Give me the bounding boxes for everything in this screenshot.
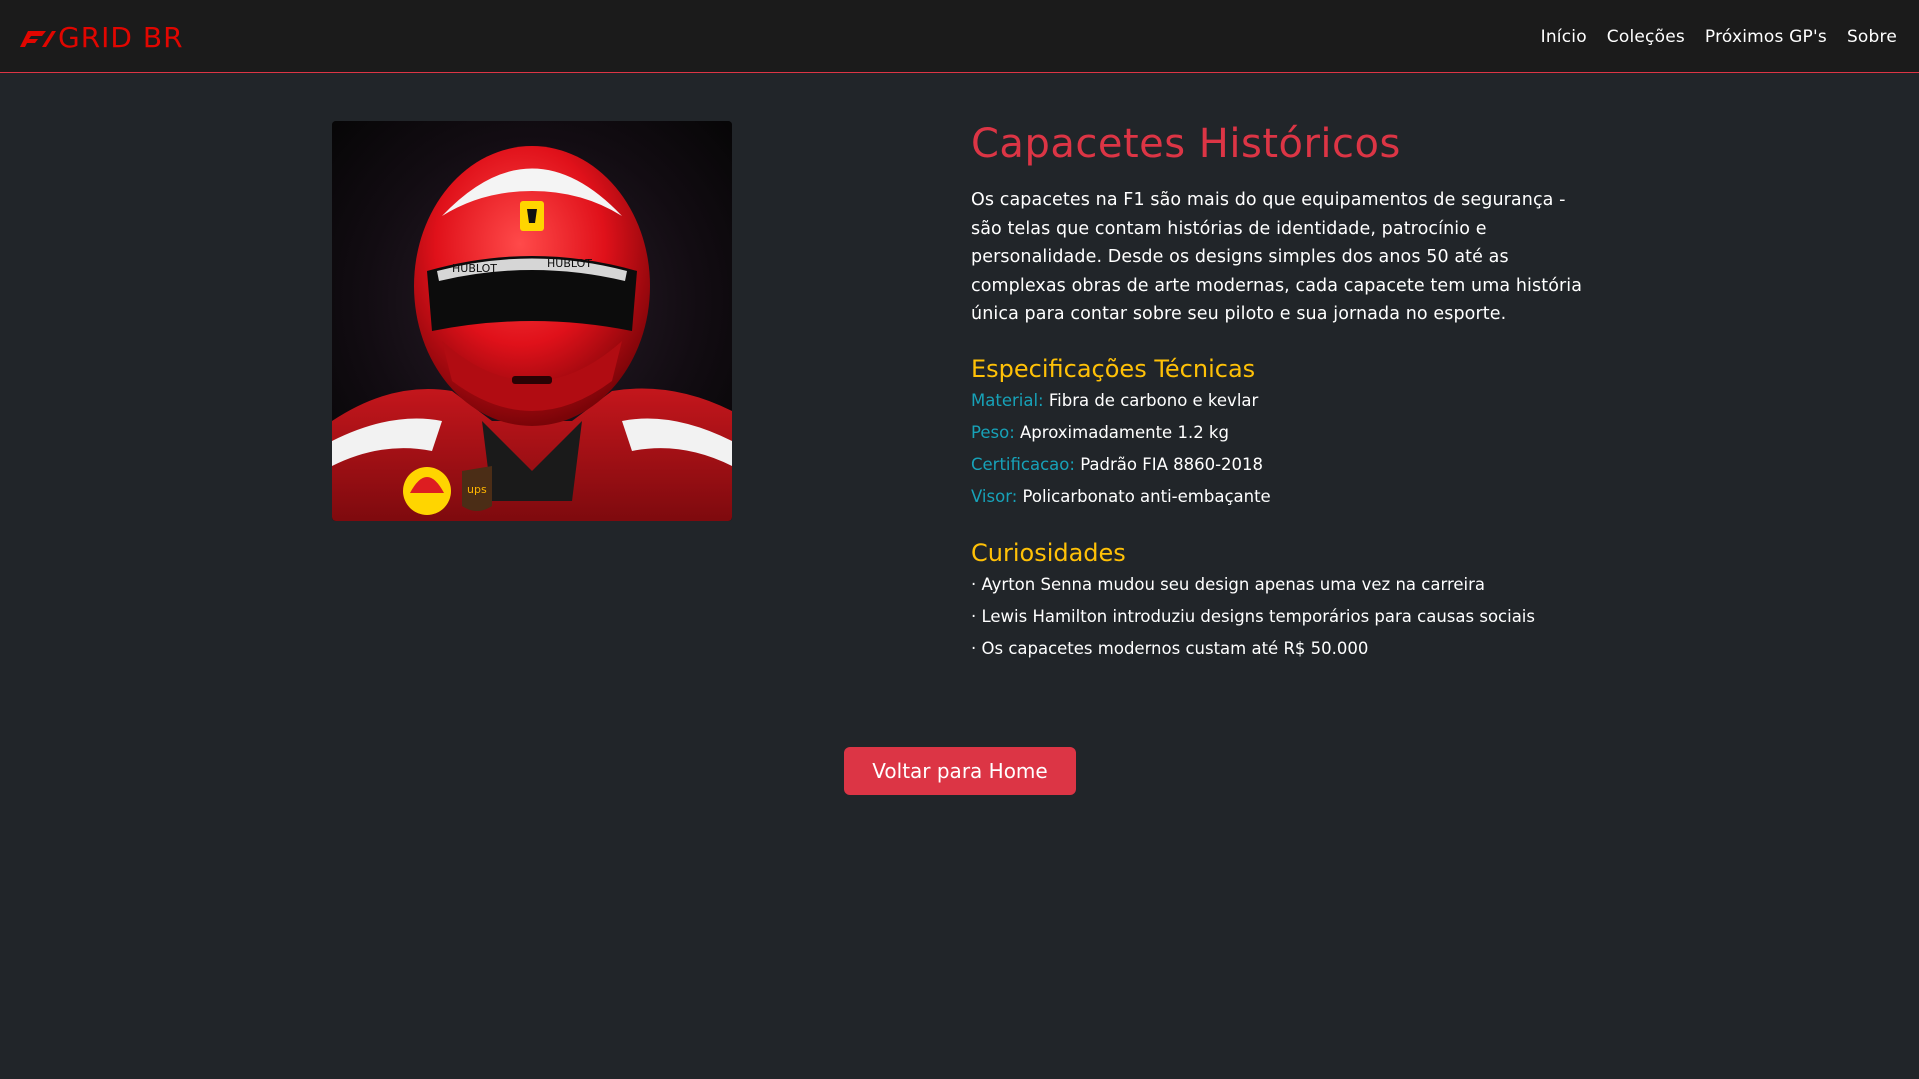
spec-label: Visor: [971, 486, 1018, 506]
nav-item-proximos-gps[interactable]: Próximos GP's [1705, 27, 1827, 47]
brand-name: GRID BR [58, 20, 184, 54]
back-home-button[interactable]: Voltar para Home [844, 747, 1076, 795]
spec-row: Material: Fibra de carbono e kevlar [971, 385, 1591, 417]
curiosity-item: · Lewis Hamilton introduziu designs temp… [971, 606, 1535, 626]
svg-text:ups: ups [467, 483, 487, 496]
spec-value: Aproximadamente 1.2 kg [1020, 422, 1229, 442]
helmet-info: Capacetes Históricos Os capacetes na F1 … [971, 118, 1591, 665]
spec-row: Visor: Policarbonato anti-embaçante [971, 481, 1591, 513]
spec-label: Peso: [971, 422, 1015, 442]
spec-row: Peso: Aproximadamente 1.2 kg [971, 417, 1591, 449]
page-title: Capacetes Históricos [971, 121, 1401, 167]
svg-text:HUBLOT: HUBLOT [452, 262, 497, 275]
spec-value: Policarbonato anti-embaçante [1022, 486, 1271, 506]
spec-label: Material: [971, 390, 1044, 410]
curiosities-title: Curiosidades [971, 538, 1126, 567]
helmet-illustration: ups HUBLOT HUBLOT [332, 121, 732, 521]
nav-item-inicio[interactable]: Início [1541, 27, 1587, 47]
spec-row: Certificacao: Padrão FIA 8860-2018 [971, 449, 1591, 481]
f1-logo-icon [20, 31, 56, 47]
spec-label: Certificacao: [971, 454, 1075, 474]
curiosity-item: · Ayrton Senna mudou seu design apenas u… [971, 574, 1485, 594]
curiosity-item: · Os capacetes modernos custam até R$ 50… [971, 638, 1369, 658]
description: Os capacetes na F1 são mais do que equip… [971, 190, 1583, 324]
brand-link[interactable]: GRID BR [16, 20, 184, 54]
specs-title: Especificações Técnicas [971, 354, 1256, 383]
helmet-photo: ups HUBLOT HUBLOT [332, 121, 732, 521]
spec-value: Fibra de carbono e kevlar [1048, 390, 1259, 410]
main-nav: Início Coleções Próximos GP's Sobre [1541, 22, 1897, 52]
nav-item-sobre[interactable]: Sobre [1847, 27, 1897, 47]
nav-item-colecoes[interactable]: Coleções [1607, 27, 1685, 47]
svg-text:HUBLOT: HUBLOT [547, 257, 592, 270]
navbar: GRID BR Início Coleções Próximos GP's So… [0, 0, 1919, 73]
spec-value: Padrão FIA 8860-2018 [1080, 454, 1264, 474]
